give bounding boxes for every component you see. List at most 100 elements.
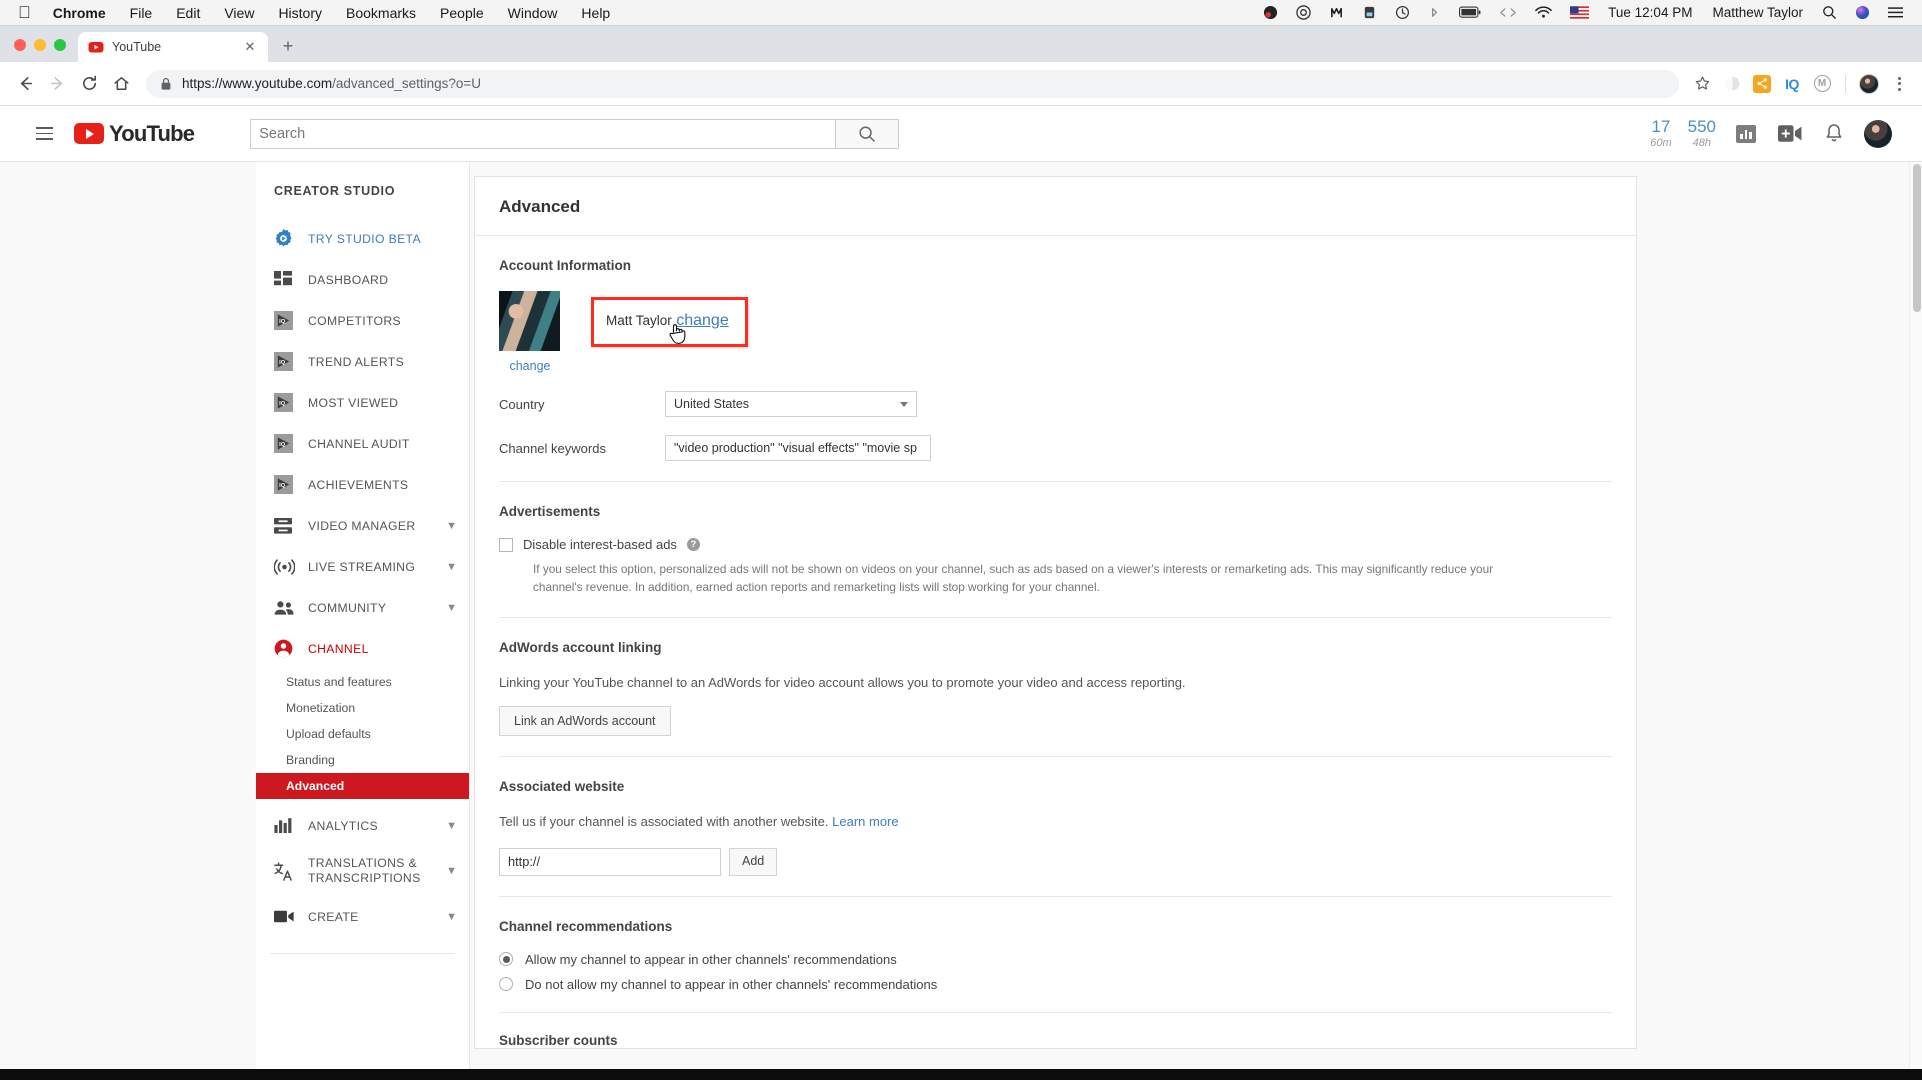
sidebar-item-most-viewed[interactable]: IQ MOST VIEWED — [256, 382, 469, 423]
browser-tab-youtube[interactable]: YouTube ✕ — [78, 32, 268, 62]
associated-website-input[interactable] — [499, 847, 721, 876]
disable-interest-ads-checkbox[interactable] — [499, 537, 513, 552]
chevron-down-icon[interactable]: ▼ — [446, 520, 457, 532]
chevron-down-icon[interactable]: ▼ — [446, 820, 457, 832]
avatar-change-link[interactable]: change — [509, 359, 550, 373]
scrollbar-thumb[interactable] — [1912, 164, 1921, 312]
sidebar-item-channel-audit[interactable]: IQ CHANNEL AUDIT — [256, 423, 469, 464]
sidebar-item-create[interactable]: CREATE ▼ — [256, 896, 469, 937]
hamburger-menu-icon[interactable] — [36, 122, 60, 146]
close-window-button[interactable] — [14, 39, 26, 51]
sidebar-item-dashboard[interactable]: DASHBOARD — [256, 259, 469, 300]
main-content-column: Advanced Account Information change Matt… — [470, 162, 1922, 1080]
radio-allow[interactable] — [499, 952, 513, 967]
menu-bar-username[interactable]: Matthew Taylor — [1702, 5, 1813, 20]
sidebar-item-achievements[interactable]: IQ ACHIEVEMENTS — [256, 464, 469, 505]
creative-cloud-icon[interactable] — [1287, 5, 1320, 20]
analytics-bars-icon[interactable] — [1724, 114, 1768, 154]
section-channel-recommendations: Channel recommendations Allow my channel… — [499, 897, 1612, 1013]
sidebar-item-community[interactable]: COMMUNITY ▼ — [256, 587, 469, 628]
menu-item-history[interactable]: History — [266, 0, 334, 26]
address-bar[interactable]: https://www.youtube.com/advanced_setting… — [146, 69, 1679, 98]
menu-item-chrome[interactable]: Chrome — [41, 0, 118, 26]
grammarly-extension-icon[interactable]: M — [1809, 71, 1835, 97]
bartender-icon[interactable] — [1320, 5, 1353, 20]
back-arrow-icon[interactable] — [10, 69, 40, 99]
menu-item-edit[interactable]: Edit — [164, 0, 212, 26]
recommendation-option-allow[interactable]: Allow my channel to appear in other chan… — [499, 952, 1612, 967]
menu-item-bookmarks[interactable]: Bookmarks — [334, 0, 428, 26]
country-select[interactable]: United States — [665, 391, 917, 417]
sidebar-item-translations-transcriptions[interactable]: TRANSLATIONS & TRANSCRIPTIONS ▼ — [256, 846, 469, 896]
vidiq-extension-icon[interactable]: IQ — [1779, 71, 1805, 97]
sidebar-subitem-advanced[interactable]: Advanced — [256, 773, 469, 799]
channel-keywords-label: Channel keywords — [499, 440, 606, 456]
stat-videos-total[interactable]: 550 48h — [1680, 117, 1724, 150]
learn-more-link[interactable]: Learn more — [832, 814, 898, 829]
sidebar-item-try-studio-beta[interactable]: TRY STUDIO BETA — [256, 218, 469, 259]
menu-item-file[interactable]: File — [118, 0, 165, 26]
page-scrollbar-vertical[interactable] — [1909, 162, 1922, 1080]
account-row: change Matt Taylor change — [499, 291, 1612, 373]
bookmark-star-icon[interactable] — [1689, 71, 1715, 97]
upload-video-icon[interactable] — [1768, 114, 1812, 154]
radio-disallow[interactable] — [499, 977, 513, 992]
chevron-down-icon[interactable]: ▼ — [446, 602, 457, 614]
home-icon[interactable] — [106, 69, 136, 99]
youtube-logo[interactable]: YouTube — [74, 121, 195, 147]
flag-us-icon[interactable] — [1561, 6, 1598, 19]
chevron-down-icon[interactable]: ▼ — [446, 561, 457, 573]
maximize-window-button[interactable] — [54, 39, 66, 51]
battery-icon[interactable] — [1450, 6, 1490, 19]
sidebar-item-label: CHANNEL — [308, 641, 369, 656]
link-adwords-account-button[interactable]: Link an AdWords account — [499, 706, 671, 737]
sidebar-item-competitors[interactable]: IQ COMPETITORS — [256, 300, 469, 341]
sidebar-subitem-branding[interactable]: Branding — [256, 747, 469, 773]
siri-icon[interactable] — [1846, 5, 1879, 20]
spotlight-search-icon[interactable] — [1813, 5, 1846, 20]
sidebar-item-live-streaming[interactable]: LIVE STREAMING ▼ — [256, 546, 469, 587]
channel-keywords-input[interactable] — [665, 435, 931, 461]
apple-icon[interactable]:  — [12, 0, 41, 26]
time-machine-icon[interactable] — [1386, 5, 1419, 20]
minimize-window-button[interactable] — [34, 39, 46, 51]
menu-item-help[interactable]: Help — [569, 0, 622, 26]
notifications-bell-icon[interactable] — [1812, 114, 1856, 154]
search-icon[interactable] — [835, 118, 900, 149]
sidebar-subitem-monetization[interactable]: Monetization — [256, 695, 469, 721]
search-input[interactable] — [250, 118, 836, 149]
bluetooth-icon[interactable] — [1419, 5, 1450, 20]
add-website-button[interactable]: Add — [729, 847, 778, 876]
account-avatar-icon[interactable] — [1856, 114, 1900, 154]
notification-center-icon[interactable] — [1879, 6, 1912, 19]
menu-item-view[interactable]: View — [212, 0, 266, 26]
wifi-icon[interactable] — [1526, 6, 1561, 19]
sidebar-item-label: ANALYTICS — [308, 818, 378, 833]
obs-icon[interactable] — [1254, 5, 1287, 20]
forward-arrow-icon[interactable] — [42, 69, 72, 99]
extension-share-icon[interactable] — [1749, 71, 1775, 97]
chevron-down-icon[interactable]: ▼ — [446, 911, 457, 923]
sidebar-item-trend-alerts[interactable]: IQ TREND ALERTS — [256, 341, 469, 382]
stat-videos-today[interactable]: 17 60m — [1642, 117, 1679, 150]
profile-avatar-icon[interactable] — [1856, 71, 1882, 97]
svg-text:IQ: IQ — [279, 319, 286, 325]
chrome-menu-icon[interactable] — [1886, 71, 1912, 97]
help-question-icon[interactable]: ? — [686, 538, 700, 551]
reload-icon[interactable] — [74, 69, 104, 99]
chevron-down-icon[interactable]: ▼ — [446, 865, 457, 877]
sidebar-subitem-status-and-features[interactable]: Status and features — [256, 669, 469, 695]
code-icon[interactable] — [1490, 6, 1526, 19]
backup-icon[interactable] — [1353, 5, 1386, 20]
menu-item-window[interactable]: Window — [496, 0, 570, 26]
sidebar-item-channel[interactable]: CHANNEL — [256, 628, 469, 669]
new-tab-button[interactable]: + — [274, 32, 302, 60]
sidebar-item-analytics[interactable]: ANALYTICS ▼ — [256, 805, 469, 846]
sidebar-item-video-manager[interactable]: VIDEO MANAGER ▼ — [256, 505, 469, 546]
recommendation-option-disallow[interactable]: Do not allow my channel to appear in oth… — [499, 977, 1612, 992]
extension-circle-icon[interactable] — [1719, 71, 1745, 97]
menu-item-people[interactable]: People — [428, 0, 496, 26]
sidebar-subitem-upload-defaults[interactable]: Upload defaults — [256, 721, 469, 747]
close-icon[interactable]: ✕ — [242, 39, 258, 55]
menu-bar-clock[interactable]: Tue 12:04 PM — [1598, 5, 1702, 20]
